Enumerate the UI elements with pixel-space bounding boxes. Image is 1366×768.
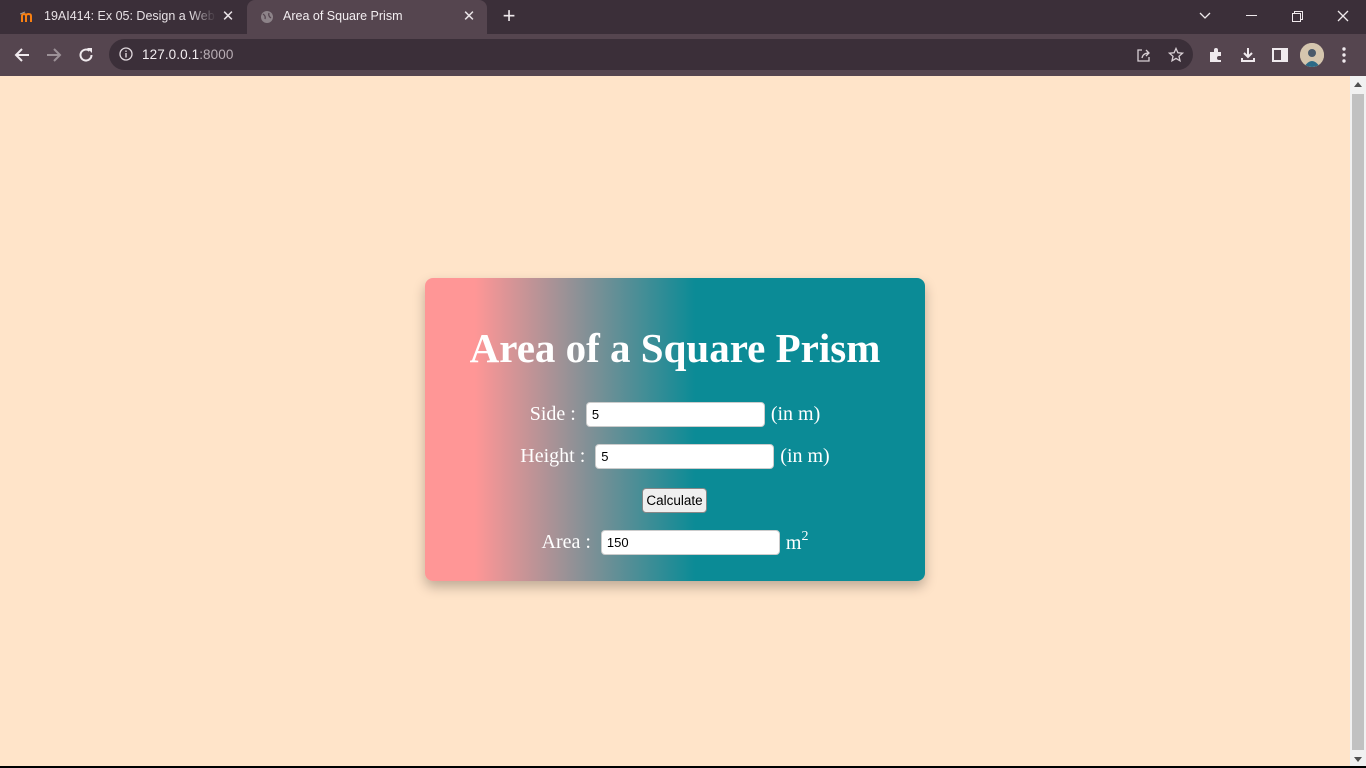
menu-kebab-icon[interactable] xyxy=(1333,44,1355,66)
tab-search-chevron-icon[interactable] xyxy=(1182,0,1228,32)
calculate-button[interactable]: Calculate xyxy=(642,488,707,513)
url-host: 127.0.0.1 xyxy=(142,47,200,62)
scroll-down-arrow-icon[interactable] xyxy=(1354,757,1362,762)
page-viewport: Area of a Square Prism Side : (in m) Hei… xyxy=(0,76,1350,766)
restore-icon[interactable] xyxy=(1274,0,1320,32)
scrollbar-thumb[interactable] xyxy=(1352,94,1364,750)
share-icon[interactable] xyxy=(1135,46,1153,64)
side-row: Side : (in m) xyxy=(425,402,925,427)
height-row: Height : (in m) xyxy=(425,444,925,469)
profile-avatar[interactable] xyxy=(1300,43,1324,67)
side-panel-icon[interactable] xyxy=(1269,44,1291,66)
area-unit-base: m xyxy=(785,532,802,554)
url-text: 127.0.0.1:8000 xyxy=(142,47,234,62)
url-port: :8000 xyxy=(199,47,234,62)
calculator-card: Area of a Square Prism Side : (in m) Hei… xyxy=(425,278,925,581)
address-bar[interactable]: 127.0.0.1:8000 xyxy=(109,39,1193,70)
site-info-icon[interactable] xyxy=(119,47,133,66)
globe-icon xyxy=(259,10,275,24)
moodle-icon xyxy=(20,10,36,24)
tab-strip: 19AI414: Ex 05: Design a Website ✕ Area … xyxy=(0,0,1366,34)
page-scrollbar[interactable] xyxy=(1350,76,1366,766)
new-tab-button[interactable]: + xyxy=(498,5,520,28)
tab-title: Area of Square Prism xyxy=(283,9,403,23)
side-label: Side : xyxy=(529,403,576,425)
area-row: Area : m2 xyxy=(425,529,925,555)
minimize-icon[interactable] xyxy=(1228,0,1274,32)
download-icon[interactable] xyxy=(1237,44,1259,66)
bookmark-star-icon[interactable] xyxy=(1167,46,1185,64)
extensions-puzzle-icon[interactable] xyxy=(1205,44,1227,66)
area-unit: m2 xyxy=(786,529,809,555)
area-output[interactable] xyxy=(600,529,780,555)
side-input[interactable] xyxy=(585,402,765,427)
tab-close-icon[interactable]: ✕ xyxy=(220,9,236,25)
close-window-icon[interactable] xyxy=(1320,0,1366,32)
height-label: Height : xyxy=(520,445,586,467)
height-input[interactable] xyxy=(595,444,775,469)
tab-area-of-square-prism[interactable]: Area of Square Prism ✕ xyxy=(247,0,487,34)
tab-close-icon[interactable]: ✕ xyxy=(461,9,477,25)
area-label: Area : xyxy=(541,530,591,553)
side-unit: (in m) xyxy=(770,403,821,425)
back-arrow-icon[interactable] xyxy=(9,42,35,68)
height-unit: (in m) xyxy=(780,445,830,467)
page-title: Area of a Square Prism xyxy=(469,325,881,371)
browser-toolbar: 127.0.0.1:8000 xyxy=(0,34,1366,76)
tab-title: 19AI414: Ex 05: Design a Website xyxy=(44,9,216,23)
forward-arrow-icon[interactable] xyxy=(41,42,67,68)
area-unit-exponent: 2 xyxy=(801,529,809,544)
tab-moodle[interactable]: 19AI414: Ex 05: Design a Website ✕ xyxy=(8,0,246,34)
reload-icon[interactable] xyxy=(73,42,99,68)
scroll-up-arrow-icon[interactable] xyxy=(1354,82,1362,87)
